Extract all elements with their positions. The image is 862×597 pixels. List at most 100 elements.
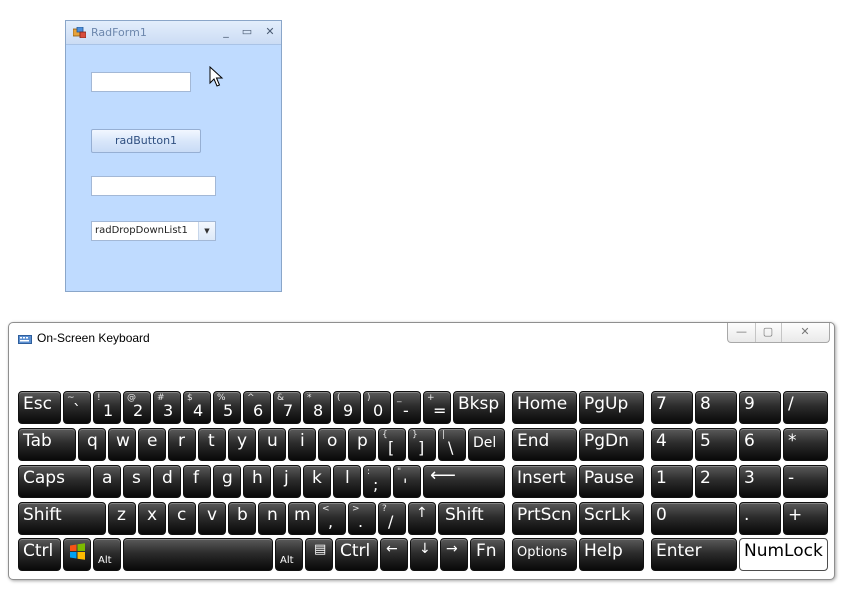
key-alt-left[interactable]: Alt [93, 538, 121, 571]
key-help[interactable]: Help [579, 538, 644, 571]
key-r[interactable]: r [168, 428, 196, 461]
key-semicolon[interactable]: :; [363, 465, 391, 498]
key-num4[interactable]: 4 [651, 428, 693, 461]
minimize-icon[interactable]: — [728, 323, 756, 342]
key-8[interactable]: * 8 [303, 391, 331, 424]
key-num9[interactable]: 9 [739, 391, 781, 424]
key-comma[interactable]: <, [318, 502, 346, 535]
key-p[interactable]: p [348, 428, 376, 461]
maximize-icon[interactable]: ▭ [238, 24, 256, 40]
key-esc[interactable]: Esc [18, 391, 61, 424]
key-y[interactable]: y [228, 428, 256, 461]
key-shift-right[interactable]: Shift [438, 502, 505, 535]
key-prtscn[interactable]: PrtScn [512, 502, 577, 535]
key-0[interactable]: ) 0 [363, 391, 391, 424]
key-windows[interactable] [63, 538, 91, 571]
key-bksp[interactable]: Bksp [453, 391, 505, 424]
key-n[interactable]: n [258, 502, 286, 535]
key-h[interactable]: h [243, 465, 271, 498]
key-ctrl-left[interactable]: Ctrl [18, 538, 61, 571]
key-options[interactable]: Options [512, 538, 577, 571]
key-4[interactable]: $4 [183, 391, 211, 424]
chevron-down-icon[interactable]: ▼ [198, 222, 215, 240]
key-scrlk[interactable]: ScrLk [579, 502, 644, 535]
key-num-decimal[interactable]: . [739, 502, 781, 535]
key-6[interactable]: ^ 6 [243, 391, 271, 424]
key-pgdn[interactable]: PgDn [579, 428, 644, 461]
key-w[interactable]: w [108, 428, 136, 461]
key-enter[interactable]: ⟵ [423, 465, 505, 498]
key-a[interactable]: a [93, 465, 121, 498]
key-pgup[interactable]: PgUp [579, 391, 644, 424]
maximize-icon[interactable]: ▢ [755, 323, 782, 342]
key-j[interactable]: j [273, 465, 301, 498]
key-equal[interactable]: + = [423, 391, 451, 424]
key-num1[interactable]: 1 [651, 465, 693, 498]
key-q[interactable]: q [78, 428, 106, 461]
key-num5[interactable]: 5 [695, 428, 737, 461]
key-2[interactable]: @2 [123, 391, 151, 424]
key-num7[interactable]: 7 [651, 391, 693, 424]
key-num3[interactable]: 3 [739, 465, 781, 498]
key-alt-right[interactable]: Alt [275, 538, 303, 571]
key-1[interactable]: ! 1 [93, 391, 121, 424]
key-9[interactable]: (9 [333, 391, 361, 424]
key-b[interactable]: b [228, 502, 256, 535]
key-space[interactable] [123, 538, 273, 571]
key-x[interactable]: x [138, 502, 166, 535]
key-s[interactable]: s [123, 465, 151, 498]
radform-titlebar[interactable]: RadForm1 _ ▭ ✕ [66, 21, 281, 45]
key-5[interactable]: % 5 [213, 391, 241, 424]
key-i[interactable]: i [288, 428, 316, 461]
key-num6[interactable]: 6 [739, 428, 781, 461]
key-num0[interactable]: 0 [651, 502, 737, 535]
rad-dropdown-list[interactable]: radDropDownList1 ▼ [91, 221, 216, 241]
key-rbracket[interactable]: }] [408, 428, 436, 461]
key-num8[interactable]: 8 [695, 391, 737, 424]
key-num-divide[interactable]: / [783, 391, 828, 424]
key-u[interactable]: u [258, 428, 286, 461]
close-icon[interactable]: ✕ [261, 24, 279, 40]
key-g[interactable]: g [213, 465, 241, 498]
key-insert[interactable]: Insert [512, 465, 577, 498]
key-f[interactable]: f [183, 465, 211, 498]
key-num-enter[interactable]: Enter [651, 538, 737, 571]
key-m[interactable]: m [288, 502, 316, 535]
key-pause[interactable]: Pause [579, 465, 644, 498]
key-up-arrow[interactable]: ↑ [408, 502, 436, 535]
key-minus[interactable]: _ - [393, 391, 421, 424]
key-k[interactable]: k [303, 465, 331, 498]
key-home[interactable]: Home [512, 391, 577, 424]
key-shift-left[interactable]: Shift [18, 502, 106, 535]
key-c[interactable]: c [168, 502, 196, 535]
key-fn[interactable]: Fn [470, 538, 505, 571]
key-e[interactable]: e [138, 428, 166, 461]
key-down-arrow[interactable]: ↓ [410, 538, 438, 571]
key-quote[interactable]: " ' [393, 465, 421, 498]
key-right-arrow[interactable]: → [440, 538, 468, 571]
key-d[interactable]: d [153, 465, 181, 498]
key-l[interactable]: l [333, 465, 361, 498]
textbox-2[interactable] [91, 176, 216, 196]
key-3[interactable]: #3 [153, 391, 181, 424]
key-period[interactable]: >. [348, 502, 376, 535]
key-num-multiply[interactable]: * [783, 428, 828, 461]
key-left-arrow[interactable]: ← [380, 538, 408, 571]
key-numlock[interactable]: NumLock [739, 538, 828, 571]
key-num2[interactable]: 2 [695, 465, 737, 498]
key-num-plus[interactable]: + [783, 502, 828, 535]
key-menu[interactable]: ▤ [305, 538, 333, 571]
key-ctrl-right[interactable]: Ctrl [335, 538, 378, 571]
minimize-icon[interactable]: _ [217, 24, 235, 40]
key-tab[interactable]: Tab [18, 428, 76, 461]
key-z[interactable]: z [108, 502, 136, 535]
key-lbracket[interactable]: {[ [378, 428, 406, 461]
close-icon[interactable]: ✕ [781, 323, 829, 342]
key-backslash[interactable]: | \ [438, 428, 466, 461]
key-caps[interactable]: Caps [18, 465, 91, 498]
textbox-1[interactable] [91, 72, 191, 92]
key-del[interactable]: Del [468, 428, 505, 461]
key-slash[interactable]: ? / [378, 502, 406, 535]
key-7[interactable]: & 7 [273, 391, 301, 424]
rad-button-1[interactable]: radButton1 [91, 129, 201, 153]
